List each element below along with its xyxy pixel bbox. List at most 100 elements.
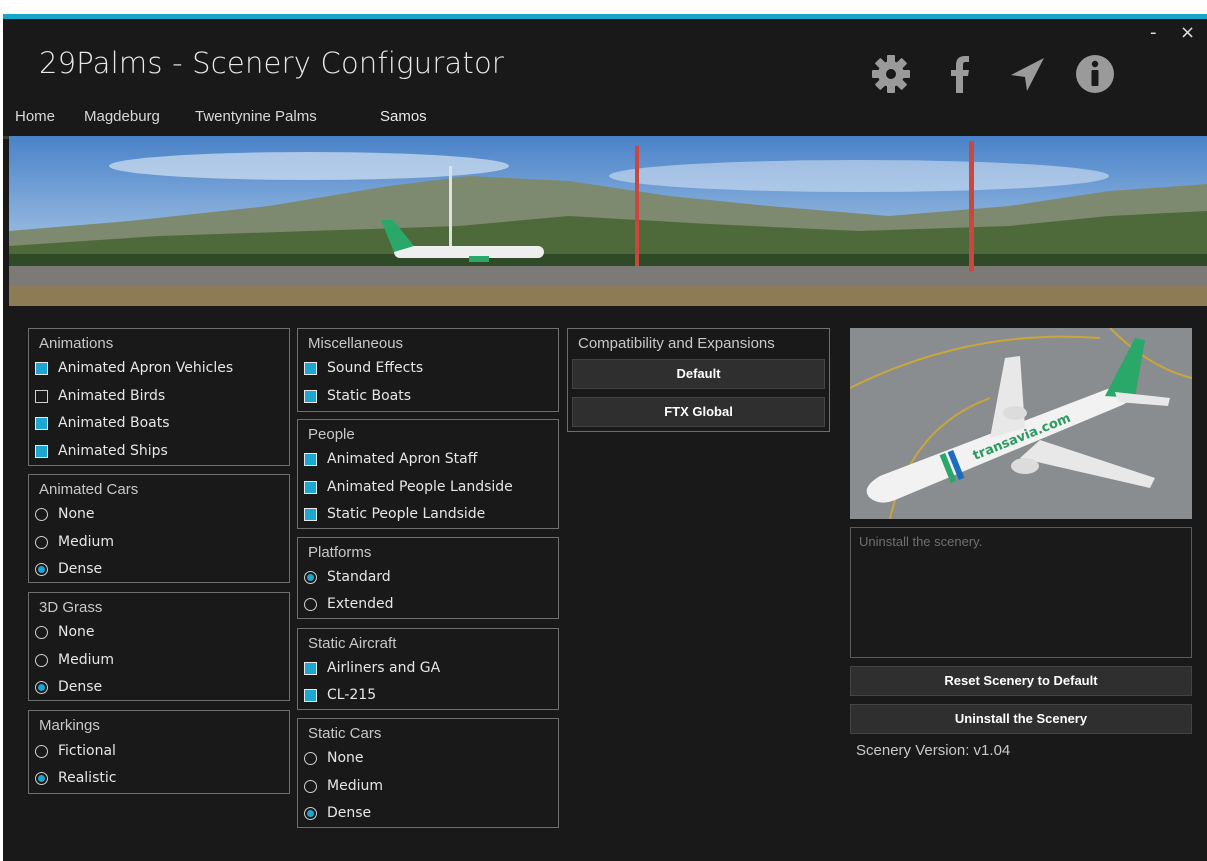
- group-title: Miscellaneous: [308, 335, 404, 352]
- checkbox-box[interactable]: [35, 416, 48, 430]
- checkbox-animated-ships[interactable]: Animated Ships: [35, 440, 168, 462]
- radio-platforms-extended[interactable]: Extended: [304, 593, 394, 615]
- static-aircraft-group: Static Aircraft Airliners and GA CL-215: [297, 628, 559, 710]
- option-label: Static Boats: [327, 388, 412, 404]
- radio-button[interactable]: [35, 535, 48, 549]
- markings-group: Markings Fictional Realistic: [28, 710, 290, 794]
- radio-button[interactable]: [304, 597, 317, 611]
- group-title: Static Aircraft: [308, 635, 397, 652]
- checkbox-box[interactable]: [304, 480, 317, 494]
- radio-button[interactable]: [35, 625, 48, 639]
- checkbox-box[interactable]: [304, 361, 317, 375]
- animations-group: Animations Animated Apron Vehicles Anima…: [28, 328, 290, 466]
- radio-button[interactable]: [35, 771, 48, 785]
- checkbox-animated-people-landside[interactable]: Animated People Landside: [304, 476, 513, 498]
- app-window: 29Palms - Scenery Configurator - × Home …: [3, 14, 1207, 861]
- reset-scenery-button[interactable]: Reset Scenery to Default: [850, 666, 1192, 696]
- radio-button[interactable]: [304, 779, 317, 793]
- tab-twentynine-palms[interactable]: Twentynine Palms: [195, 104, 317, 136]
- checkbox-animated-boats[interactable]: Animated Boats: [35, 412, 170, 434]
- checkbox-animated-apron-staff[interactable]: Animated Apron Staff: [304, 448, 477, 470]
- option-label: CL-215: [327, 687, 377, 703]
- gear-icon[interactable]: [870, 53, 912, 95]
- radio-button[interactable]: [35, 653, 48, 667]
- group-title: People: [308, 426, 355, 443]
- option-label: Medium: [327, 778, 383, 794]
- checkbox-cl-215[interactable]: CL-215: [304, 684, 376, 706]
- option-label: Animated Apron Vehicles: [58, 360, 234, 376]
- checkbox-box[interactable]: [304, 661, 317, 675]
- checkbox-box[interactable]: [35, 389, 48, 403]
- info-icon[interactable]: [1074, 53, 1116, 95]
- checkbox-animated-apron-vehicles[interactable]: Animated Apron Vehicles: [35, 357, 233, 379]
- radio-markings-realistic[interactable]: Realistic: [35, 767, 116, 789]
- option-label: None: [58, 506, 95, 522]
- option-label: None: [327, 750, 364, 766]
- radio-grass-dense[interactable]: Dense: [35, 676, 102, 698]
- radio-button[interactable]: [35, 744, 48, 758]
- checkbox-box[interactable]: [304, 507, 317, 521]
- airport-banner-image: [9, 136, 1207, 306]
- radio-button[interactable]: [35, 507, 48, 521]
- radio-animated-cars-medium[interactable]: Medium: [35, 531, 114, 553]
- checkbox-box[interactable]: [304, 452, 317, 466]
- checkbox-box[interactable]: [304, 688, 317, 702]
- radio-platforms-standard[interactable]: Standard: [304, 566, 391, 588]
- radio-grass-none[interactable]: None: [35, 621, 95, 643]
- minimize-button[interactable]: -: [1150, 22, 1157, 43]
- checkbox-static-people-landside[interactable]: Static People Landside: [304, 503, 485, 525]
- option-label: Animated Apron Staff: [327, 451, 478, 467]
- tab-magdeburg[interactable]: Magdeburg: [84, 104, 160, 136]
- radio-button[interactable]: [35, 562, 48, 576]
- option-label: Animated Boats: [58, 415, 170, 431]
- description-box: Uninstall the scenery.: [850, 527, 1192, 658]
- group-title: Animated Cars: [39, 481, 139, 498]
- option-label: Medium: [58, 534, 114, 550]
- close-button[interactable]: ×: [1180, 22, 1195, 43]
- checkbox-static-boats[interactable]: Static Boats: [304, 385, 411, 407]
- radio-button[interactable]: [304, 570, 317, 584]
- checkbox-airliners-and-ga[interactable]: Airliners and GA: [304, 657, 440, 679]
- radio-button[interactable]: [304, 751, 317, 765]
- tab-samos[interactable]: Samos: [365, 104, 449, 139]
- radio-static-cars-dense[interactable]: Dense: [304, 802, 371, 824]
- radio-markings-fictional[interactable]: Fictional: [35, 740, 116, 762]
- checkbox-box[interactable]: [35, 444, 48, 458]
- group-title: Markings: [39, 717, 100, 734]
- option-label: Airliners and GA: [327, 660, 441, 676]
- option-label: Fictional: [58, 743, 116, 759]
- radio-animated-cars-dense[interactable]: Dense: [35, 558, 102, 580]
- radio-button[interactable]: [35, 680, 48, 694]
- option-label: Sound Effects: [327, 360, 424, 376]
- option-label: Dense: [58, 561, 103, 577]
- radio-static-cars-medium[interactable]: Medium: [304, 775, 383, 797]
- checkbox-sound-effects[interactable]: Sound Effects: [304, 357, 423, 379]
- radio-animated-cars-none[interactable]: None: [35, 503, 95, 525]
- option-label: Realistic: [58, 770, 117, 786]
- tab-bar: Home Magdeburg Twentynine Palms Samos: [3, 104, 1207, 139]
- default-button[interactable]: Default: [572, 359, 825, 389]
- 3d-grass-group: 3D Grass None Medium Dense: [28, 592, 290, 701]
- option-label: Extended: [327, 596, 394, 612]
- aircraft-preview-image: transavia.com: [850, 328, 1192, 519]
- people-group: People Animated Apron Staff Animated Peo…: [297, 419, 559, 529]
- ftx-global-button[interactable]: FTX Global: [572, 397, 825, 427]
- option-label: Animated Ships: [58, 443, 168, 459]
- paper-plane-icon[interactable]: [1006, 53, 1048, 95]
- uninstall-scenery-button[interactable]: Uninstall the Scenery: [850, 704, 1192, 734]
- radio-button[interactable]: [304, 806, 317, 820]
- checkbox-box[interactable]: [35, 361, 48, 375]
- radio-static-cars-none[interactable]: None: [304, 747, 364, 769]
- checkbox-box[interactable]: [304, 389, 317, 403]
- option-label: Animated Birds: [58, 388, 166, 404]
- group-title: 3D Grass: [39, 599, 103, 616]
- compatibility-group: Compatibility and Expansions Default FTX…: [567, 328, 830, 432]
- miscellaneous-group: Miscellaneous Sound Effects Static Boats: [297, 328, 559, 412]
- scenery-version: Scenery Version: v1.04: [856, 742, 1011, 759]
- facebook-icon[interactable]: [938, 53, 980, 95]
- radio-grass-medium[interactable]: Medium: [35, 649, 114, 671]
- tab-home[interactable]: Home: [15, 104, 55, 136]
- checkbox-animated-birds[interactable]: Animated Birds: [35, 385, 165, 407]
- group-title: Static Cars: [308, 725, 382, 742]
- static-cars-group: Static Cars None Medium Dense: [297, 718, 559, 828]
